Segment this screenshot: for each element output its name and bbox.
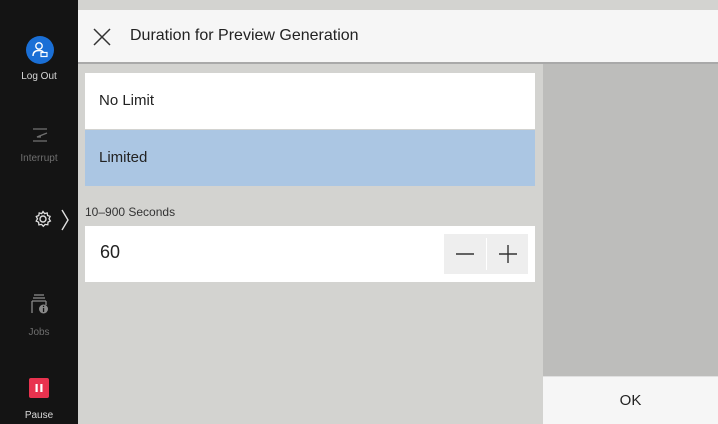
- decrement-button[interactable]: [444, 234, 485, 274]
- interrupt-label: Interrupt: [20, 153, 58, 164]
- jobs-label: Jobs: [28, 327, 50, 338]
- logout-label: Log Out: [21, 71, 57, 82]
- minus-icon: [455, 253, 474, 255]
- pause-icon: [29, 378, 49, 398]
- close-button[interactable]: [90, 25, 114, 49]
- page-title: Duration for Preview Generation: [130, 27, 359, 44]
- range-label: 10–900 Seconds: [85, 205, 176, 219]
- close-icon: [93, 28, 111, 46]
- user-icon: [26, 36, 54, 64]
- right-panel: [543, 64, 718, 376]
- jobs-icon: [31, 294, 48, 314]
- increment-button[interactable]: [487, 234, 528, 274]
- plus-icon: [498, 245, 517, 263]
- gear-icon: [35, 210, 52, 228]
- duration-field[interactable]: 60: [85, 226, 535, 282]
- option-no-limit[interactable]: No Limit: [85, 73, 535, 129]
- option-limited[interactable]: Limited: [85, 130, 535, 186]
- ok-button[interactable]: OK: [543, 376, 718, 424]
- chevron-right-icon: [61, 209, 69, 231]
- duration-stepper: [444, 234, 528, 274]
- pause-label: Pause: [24, 410, 54, 421]
- header: Duration for Preview Generation: [78, 10, 718, 64]
- options-panel: No Limit Limited 10–900 Seconds 60: [78, 64, 543, 424]
- duration-value[interactable]: 60: [100, 242, 120, 263]
- sidebar: Log Out Interrupt Jobs Pause: [0, 0, 78, 424]
- interrupt-icon: [33, 128, 48, 142]
